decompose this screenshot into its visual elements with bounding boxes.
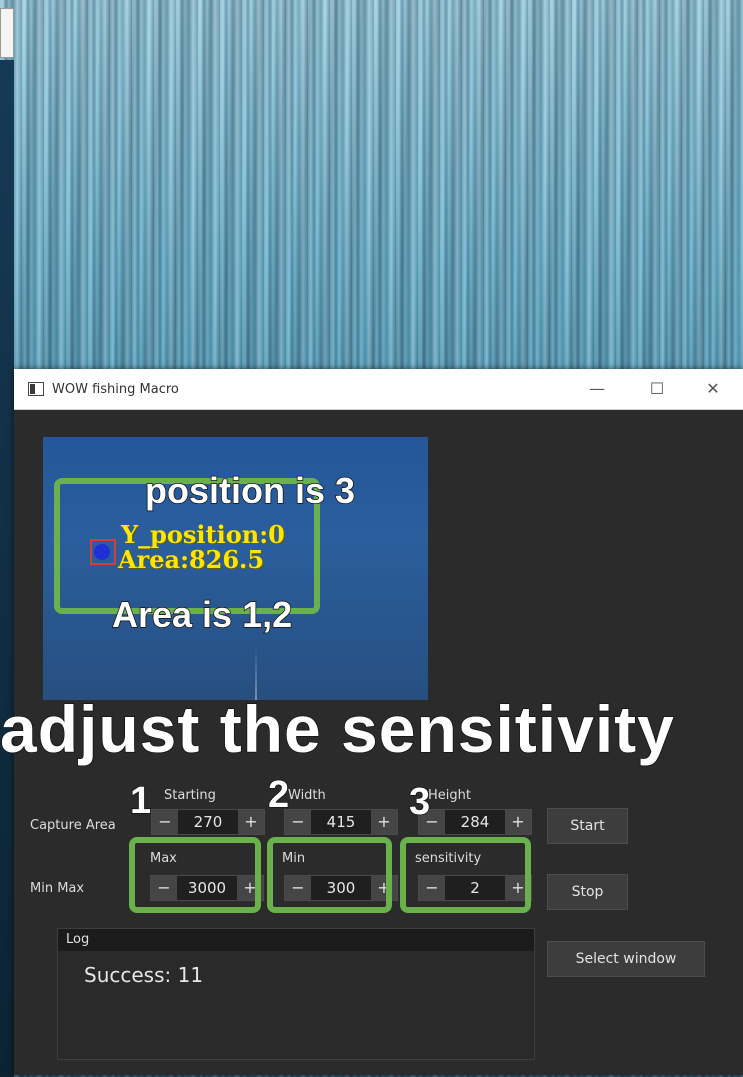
height-stepper[interactable]: − 284 +	[418, 809, 532, 835]
capture-area-label: Capture Area	[30, 818, 116, 833]
width-stepper[interactable]: − 415 +	[284, 809, 398, 835]
close-button[interactable]: ✕	[690, 369, 736, 409]
starting-decrement-button[interactable]: −	[152, 810, 178, 834]
log-line: Success: 11	[84, 963, 204, 987]
title-bar[interactable]: WOW fishing Macro — ☐ ✕	[14, 369, 743, 410]
width-increment-button[interactable]: +	[371, 810, 397, 834]
log-title: Log	[58, 929, 534, 951]
area-annotation-text: Area is 1,2	[111, 593, 293, 636]
background-window-corner	[0, 8, 14, 58]
annotation-number-3: 3	[408, 780, 431, 824]
starting-value[interactable]: 270	[178, 810, 238, 834]
min-annotation-box	[267, 837, 392, 913]
min-max-label: Min Max	[30, 881, 85, 896]
height-label: Height	[428, 788, 471, 803]
log-panel: Log Success: 11	[57, 928, 535, 1060]
headline-annotation: adjust the sensitivity	[0, 691, 675, 767]
stop-button[interactable]: Stop	[547, 874, 628, 910]
background-window-edge	[0, 60, 14, 1077]
max-annotation-box	[129, 837, 261, 913]
maximize-button[interactable]: ☐	[634, 369, 680, 409]
starting-stepper[interactable]: − 270 +	[151, 809, 265, 835]
start-button[interactable]: Start	[547, 808, 628, 844]
width-label: Width	[288, 788, 326, 803]
select-window-button[interactable]: Select window	[547, 941, 705, 977]
window-title: WOW fishing Macro	[52, 381, 179, 397]
annotation-number-1: 1	[129, 779, 152, 823]
height-value[interactable]: 284	[445, 810, 505, 834]
width-value[interactable]: 415	[311, 810, 371, 834]
minimize-button[interactable]: —	[574, 369, 620, 409]
sensitivity-annotation-box	[400, 837, 531, 913]
annotation-number-2: 2	[267, 773, 290, 817]
height-increment-button[interactable]: +	[505, 810, 531, 834]
app-window-icon	[28, 382, 44, 396]
starting-increment-button[interactable]: +	[238, 810, 264, 834]
starting-label: Starting	[164, 788, 216, 803]
position-annotation-text: position is 3	[144, 469, 356, 512]
